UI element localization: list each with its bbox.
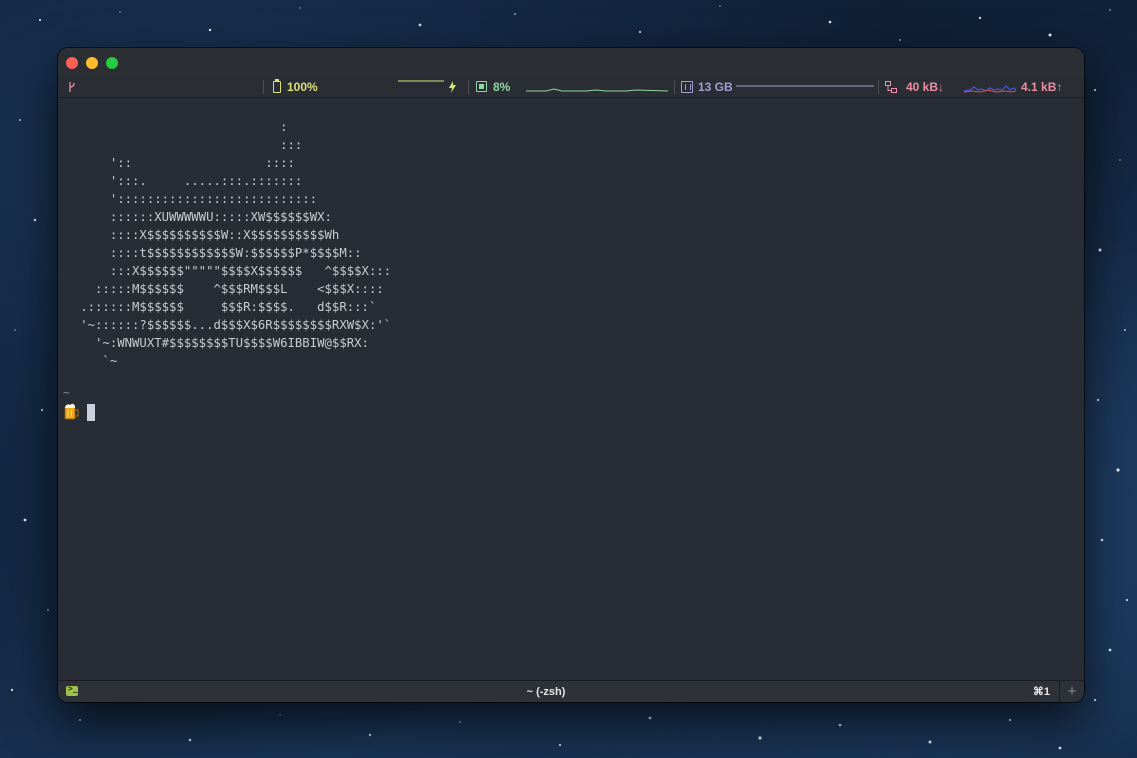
window-titlebar[interactable] bbox=[58, 48, 1084, 77]
terminal-cursor bbox=[87, 404, 95, 421]
terminal-window: 100% 8% 13 GB 40 kB↓ 4.1 kB↑:::: ':::… bbox=[58, 48, 1084, 702]
ascii-art-line: :::::M$$$$$$ ^$$$RM$$$L <$$$X:::: bbox=[58, 282, 384, 296]
ascii-art-line: `~ bbox=[58, 354, 118, 368]
lightning-icon bbox=[449, 81, 456, 93]
prompt-directory: ~ bbox=[63, 386, 70, 399]
ascii-art-line: ::: bbox=[58, 138, 303, 152]
tab-zsh[interactable]: ~ (-zsh) bbox=[58, 681, 1034, 702]
terminal-output[interactable]: : ::: ':: :::: ':::. .....:::.::::::: ':… bbox=[58, 98, 1084, 680]
beer-mug-icon bbox=[64, 403, 79, 420]
ascii-art-line: ::::t$$$$$$$$$$$$W:$$$$$$P*$$$$M:: bbox=[58, 246, 362, 260]
close-window-button[interactable] bbox=[66, 57, 78, 69]
status-separator bbox=[878, 80, 879, 94]
battery-value: 100% bbox=[287, 80, 318, 94]
ascii-art-line: : bbox=[58, 120, 288, 134]
cpu-icon bbox=[476, 81, 487, 92]
ascii-art-line: ':::. .....:::.::::::: bbox=[58, 174, 303, 188]
cpu-graph bbox=[526, 88, 668, 92]
status-separator bbox=[263, 80, 264, 94]
ascii-art-line: '~:WNWUXT#$$$$$$$$TU$$$$W6IBBIW@$$RX: bbox=[58, 336, 369, 350]
ascii-art-line: ':: :::: bbox=[58, 156, 295, 170]
minimize-window-button[interactable] bbox=[86, 57, 98, 69]
status-separator bbox=[674, 80, 675, 94]
network-graph bbox=[964, 85, 1016, 93]
tab-shortcut-label: ⌘1 bbox=[1032, 686, 1050, 698]
ascii-art-line: .::::::M$$$$$$ $$$R:$$$$. d$$R:::` bbox=[58, 300, 377, 314]
status-separator bbox=[468, 80, 469, 94]
network-up-value: 4.1 kB↑ bbox=[1021, 80, 1063, 94]
ascii-art-line: ::::X$$$$$$$$$$W::X$$$$$$$$$$Wh bbox=[58, 228, 340, 242]
memory-graph bbox=[736, 85, 874, 87]
memory-value: 13 GB bbox=[698, 80, 733, 94]
ascii-art-line: '~::::::?$$$$$$...d$$$X$6R$$$$$$$$RXW$X:… bbox=[58, 318, 392, 332]
status-bar: 100% 8% 13 GB 40 kB↓ 4.1 kB↑ bbox=[58, 77, 1084, 98]
git-branch-icon bbox=[69, 82, 75, 92]
cpu-value: 8% bbox=[493, 80, 511, 94]
maximize-window-button[interactable] bbox=[106, 57, 118, 69]
ascii-art-line: ::::::XUWWWWWU:::::XW$$$$$$WX: bbox=[58, 210, 332, 224]
memory-icon bbox=[681, 81, 693, 93]
ascii-art-line: '::::::::::::::::::::::::::: bbox=[58, 192, 318, 206]
battery-icon bbox=[273, 79, 281, 93]
network-down-value: 40 kB↓ bbox=[906, 80, 945, 94]
battery-graph bbox=[398, 80, 444, 82]
new-tab-button[interactable]: + bbox=[1059, 681, 1084, 702]
ascii-art-line: :::X$$$$$$"""""$$$$X$$$$$$ ^$$$$X::: bbox=[58, 264, 392, 278]
tab-bar: >_ ~ (-zsh) ⌘1 + bbox=[58, 680, 1084, 702]
network-icon bbox=[885, 81, 897, 93]
